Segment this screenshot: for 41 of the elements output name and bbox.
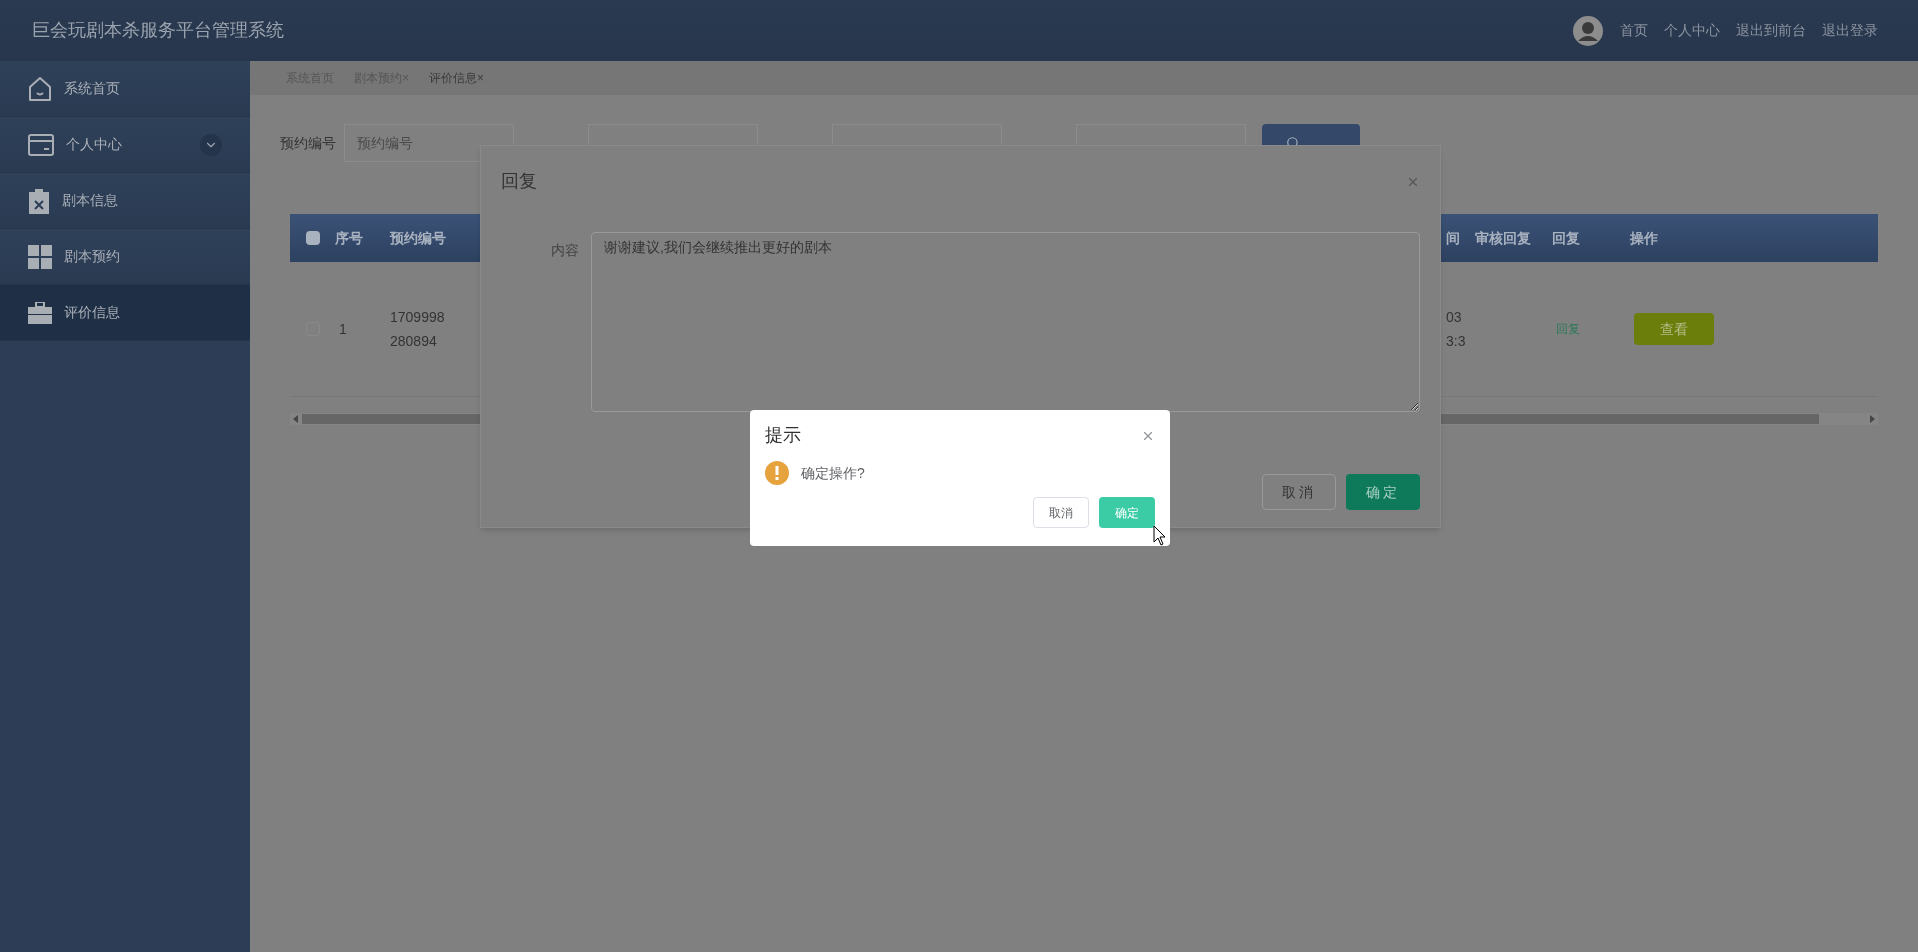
table-cell-text: 1709998280894 — [390, 308, 446, 351]
nav-link[interactable]: 个人中心 — [1664, 20, 1720, 41]
dialog-title: 回复 — [501, 170, 537, 193]
scroll-left-icon[interactable] — [293, 415, 299, 423]
home-icon — [28, 75, 52, 102]
field-label: 内容 — [550, 241, 579, 260]
column-header: 回复 — [1552, 228, 1581, 248]
column-header: 序号 — [335, 228, 364, 248]
column-header: 审核回复 — [1475, 228, 1532, 248]
nav-link[interactable]: 首页 — [1620, 20, 1648, 41]
column-header: 预约编号 — [390, 228, 447, 248]
cancel-button[interactable]: 取消 — [1033, 497, 1089, 528]
avatar-icon — [1572, 14, 1604, 47]
nav-link[interactable]: 退出到前台 — [1736, 20, 1806, 41]
sidebar-item[interactable]: 剧本预约 — [0, 229, 250, 285]
scroll-right-icon[interactable] — [1869, 415, 1875, 423]
clipboard-icon — [28, 187, 50, 214]
sidebar-item[interactable]: 系统首页 — [0, 61, 250, 117]
column-header: 操作 — [1630, 228, 1659, 248]
sidebar-item[interactable]: 剧本信息 — [0, 173, 250, 229]
view-button[interactable]: 查看 — [1634, 313, 1714, 345]
dialog-title: 提示 — [765, 424, 801, 447]
sidebar-item[interactable]: 评价信息 — [0, 285, 250, 341]
sidebar-item[interactable]: 个人中心 — [0, 117, 250, 173]
table-cell-text: 03 3:3 — [1445, 308, 1467, 351]
warning-icon — [765, 461, 789, 485]
confirm-message: 确定操作? — [801, 463, 865, 483]
wallet-icon — [28, 133, 54, 156]
grid-icon — [28, 244, 52, 269]
cancel-button[interactable]: 取消 — [1262, 474, 1336, 510]
checkbox[interactable] — [305, 231, 320, 245]
content-field[interactable]: 谢谢建议,我们会继续推出更好的剧本 — [591, 232, 1420, 412]
confirm-button[interactable]: 确定 — [1099, 497, 1155, 528]
column-header: 间 — [1445, 228, 1461, 248]
table-cell-text: 1 — [338, 319, 348, 339]
briefcase-icon — [28, 301, 52, 324]
confirm-button[interactable]: 确定 — [1346, 474, 1420, 510]
nav-link[interactable]: 退出登录 — [1822, 20, 1878, 41]
app-title: 巨会玩剧本杀服务平台管理系统 — [32, 19, 284, 42]
field-label: 预约编号 — [280, 133, 336, 153]
expand-icon[interactable] — [200, 133, 222, 156]
